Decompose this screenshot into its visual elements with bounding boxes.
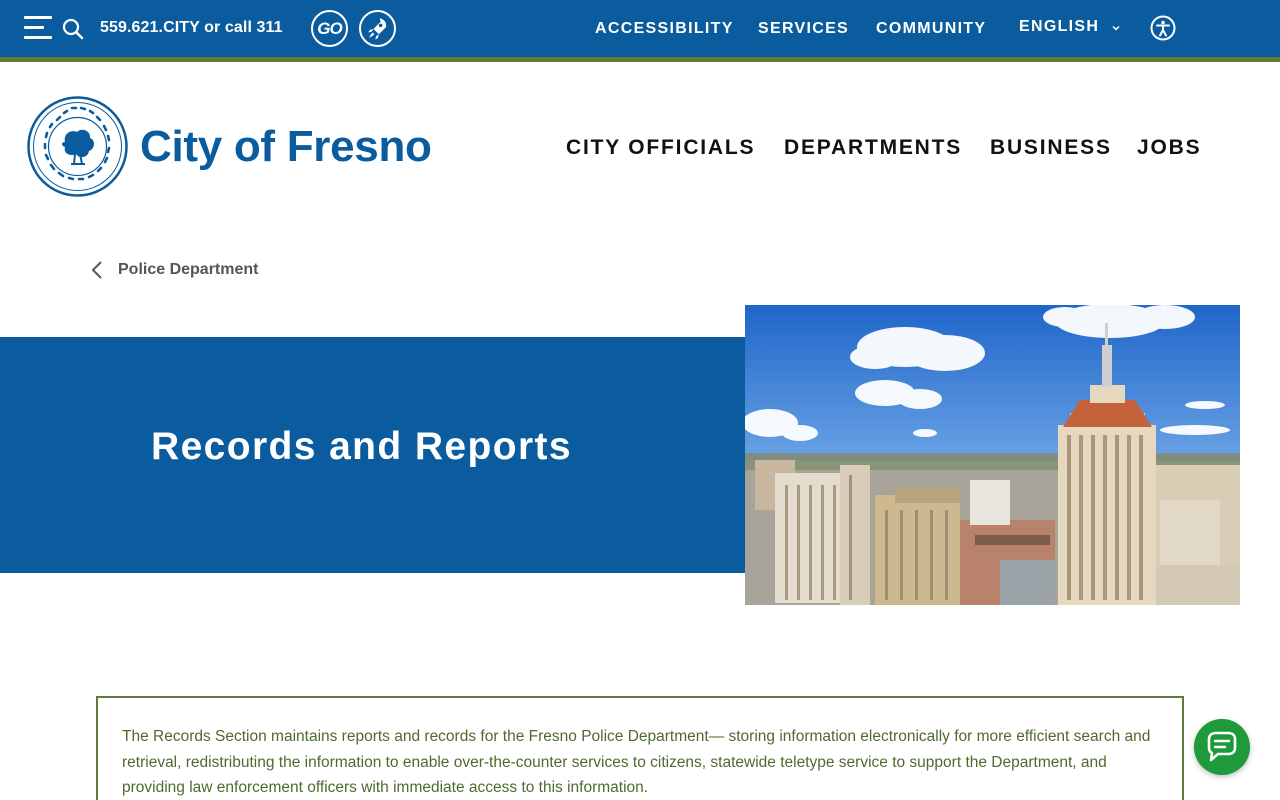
chevron-down-icon[interactable] [1111, 23, 1121, 33]
hamburger-menu-icon[interactable] [24, 16, 52, 40]
utility-bar: 559.621.CITY or call 311 GO ACCESSIBILIT… [0, 0, 1280, 57]
phone-link[interactable]: 559.621.CITY or call 311 [100, 18, 283, 38]
language-select[interactable]: ENGLISH [1019, 17, 1099, 37]
nav-departments[interactable]: DEPARTMENTS [784, 135, 962, 161]
go-app-logo[interactable]: GO [311, 10, 348, 47]
topbar-accent-rule [0, 57, 1280, 62]
nav-accessibility[interactable]: ACCESSIBILITY [595, 19, 734, 39]
nav-community[interactable]: COMMUNITY [876, 19, 986, 39]
nav-jobs[interactable]: JOBS [1137, 135, 1201, 161]
chevron-left-icon[interactable] [90, 259, 104, 281]
nav-business[interactable]: BUSINESS [990, 135, 1112, 161]
page-title: Records and Reports [151, 425, 573, 468]
intro-box: The Records Section maintains reports an… [96, 696, 1184, 800]
nav-city-officials[interactable]: CITY OFFICIALS [566, 135, 755, 161]
downtown-skyline-photo [745, 305, 1240, 605]
accessibility-person-icon[interactable] [1150, 15, 1176, 41]
search-icon[interactable] [62, 18, 84, 40]
city-seal-icon[interactable] [27, 96, 128, 197]
nav-services[interactable]: SERVICES [758, 19, 849, 39]
rocket-logo-icon[interactable] [359, 10, 396, 47]
site-title[interactable]: City of Fresno [140, 121, 432, 173]
breadcrumb-parent-link[interactable]: Police Department [118, 260, 258, 280]
intro-paragraph: The Records Section maintains reports an… [122, 728, 1151, 796]
chat-bubble-icon[interactable] [1194, 719, 1250, 775]
